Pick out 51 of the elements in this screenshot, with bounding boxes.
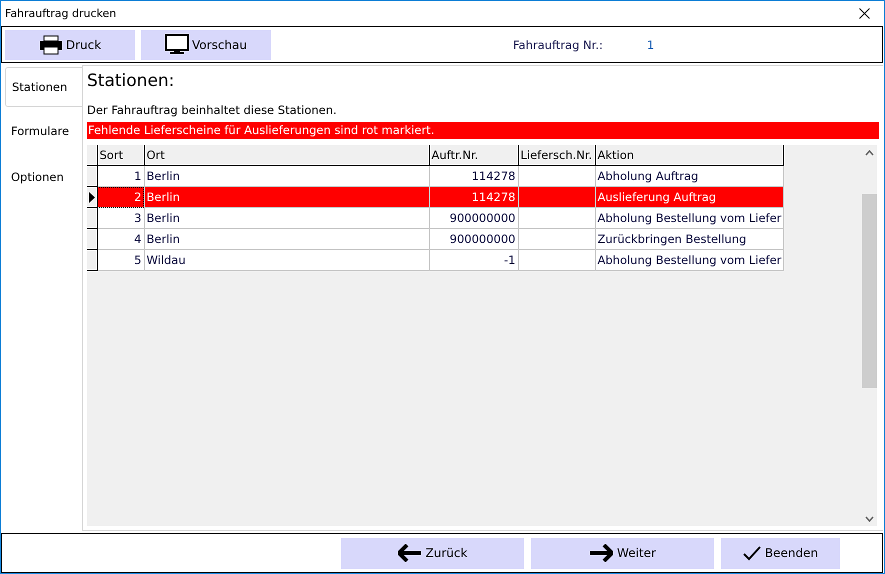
print-button[interactable]: Druck <box>5 30 135 60</box>
row-header[interactable] <box>87 186 97 208</box>
table-cell: 114278 <box>429 186 518 208</box>
table-cell: Berlin <box>144 186 429 208</box>
row-header[interactable] <box>87 166 97 186</box>
table-cell: Abholung Bestellung vom Liefer <box>595 208 784 228</box>
order-number-label: Fahrauftrag Nr.: <box>513 38 603 52</box>
table-cell: Berlin <box>144 228 429 250</box>
table-cell: 900000000 <box>429 228 518 250</box>
row-header[interactable] <box>87 208 97 228</box>
scroll-down-icon[interactable] <box>864 516 874 522</box>
table-cell: Berlin <box>144 166 429 186</box>
table-cell: 5 <box>97 250 144 270</box>
back-button[interactable]: Zurück <box>341 538 524 568</box>
table-cell: Berlin <box>144 208 429 228</box>
close-icon <box>858 8 870 19</box>
table-cell: -1 <box>429 250 518 270</box>
arrow-left-icon <box>398 544 422 562</box>
scroll-up-icon[interactable] <box>864 150 874 156</box>
scrollbar-thumb[interactable] <box>862 194 876 388</box>
table-cell: Abholung Auftrag <box>595 166 784 186</box>
column-header[interactable]: Auftr.Nr. <box>429 145 518 166</box>
description-text: Der Fahrauftrag beinhaltet diese Stationen. <box>87 103 338 117</box>
warning-banner: Fehlende Lieferscheine für Auslieferungen sind rot markiert. <box>87 122 879 139</box>
checkmark-icon <box>742 546 761 560</box>
table-cell: Zurückbringen Bestellung <box>595 228 784 250</box>
tab[interactable]: Stationen <box>5 67 83 107</box>
printer-icon <box>38 34 63 54</box>
column-header[interactable]: Sort <box>97 145 144 166</box>
column-header[interactable]: Liefersch.Nr. <box>518 145 595 166</box>
row-header[interactable] <box>87 228 97 250</box>
window-title: Fahrauftrag drucken <box>5 7 116 20</box>
table-cell: Auslieferung Auftrag <box>595 186 784 208</box>
order-number-value: 1 <box>646 38 654 52</box>
finish-button[interactable]: Beenden <box>721 538 840 568</box>
table-cell: 4 <box>97 228 144 250</box>
column-header[interactable]: Ort <box>144 145 429 166</box>
arrow-right-icon <box>589 544 614 562</box>
preview-button[interactable]: Vorschau <box>141 30 271 60</box>
table-cell: Wildau <box>144 250 429 270</box>
table-cell: 3 <box>97 208 144 228</box>
section-heading: Stationen: <box>87 71 176 93</box>
table-cell: 900000000 <box>429 208 518 228</box>
table-cell: 2 <box>97 186 144 208</box>
column-header[interactable]: Aktion <box>595 145 784 166</box>
monitor-icon <box>165 34 190 55</box>
row-header[interactable] <box>87 250 97 270</box>
table-cell: Abholung Bestellung vom Liefer <box>595 250 784 270</box>
table-cell: 114278 <box>429 166 518 186</box>
table-cell: 1 <box>97 166 144 186</box>
next-button[interactable]: Weiter <box>531 538 714 568</box>
